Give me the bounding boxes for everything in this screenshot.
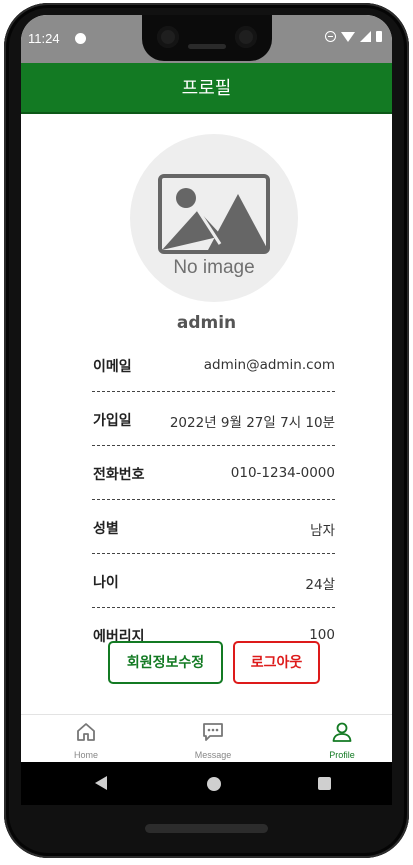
status-time: 11:24 [28,31,60,46]
phone-screen: 11:24 프로필 No image admin 이메일 admin@admin… [21,15,392,805]
username: admin [176,313,237,333]
info-row-phone: 전화번호 010-1234-0000 [92,454,335,500]
home-circle-icon[interactable] [207,777,221,791]
camera-notch [142,15,272,61]
avatar[interactable]: No image [130,134,298,302]
phone-frame: 11:24 프로필 No image admin 이메일 admin@admin… [4,3,409,858]
info-label: 성별 [93,521,119,537]
edit-profile-button[interactable]: 회원정보수정 [108,641,223,684]
cellular-signal-icon [360,31,371,42]
status-icons [325,31,382,42]
back-icon[interactable] [95,776,107,790]
system-navigation-bar [21,762,392,805]
wifi-icon [341,31,355,42]
message-icon [203,723,223,741]
nav-item-home[interactable]: Home [24,715,148,763]
do-not-disturb-icon [325,31,336,42]
front-sensor-icon [235,26,257,48]
info-label: 전화번호 [93,467,145,483]
nav-label: Profile [329,750,355,760]
nav-item-message[interactable]: Message [151,715,275,763]
info-value: 24살 [305,577,335,593]
bottom-speaker-grille [145,824,268,833]
info-row-gender: 성별 남자 [92,508,335,554]
info-label: 나이 [93,575,119,591]
info-row-joined: 가입일 2022년 9월 27일 7시 10분 [92,400,335,446]
info-value: 2022년 9월 27일 7시 10분 [169,415,335,431]
info-row-age: 나이 24살 [92,562,335,608]
image-placeholder-icon [158,174,270,254]
home-icon [77,723,95,741]
info-value: 010-1234-0000 [230,465,335,481]
nav-label: Home [73,750,98,760]
earpiece-speaker [188,44,226,49]
info-row-email: 이메일 admin@admin.com [92,346,335,392]
logout-button[interactable]: 로그아웃 [233,641,320,684]
person-icon [332,722,352,742]
info-value: admin@admin.com [203,357,335,373]
recent-apps-icon[interactable] [318,777,331,790]
info-value: 남자 [310,523,335,539]
bottom-navigation: Home Message Profile [21,714,392,762]
nav-item-profile[interactable]: Profile [280,715,392,763]
avatar-placeholder-text: No image [173,257,255,278]
battery-icon [376,31,382,42]
nav-label: Message [194,750,232,760]
app-bar: 프로필 [21,63,392,114]
front-camera-icon [157,26,179,48]
info-label: 가입일 [93,413,132,429]
notification-app-icon [75,33,86,44]
info-label: 이메일 [93,359,132,375]
page-title: 프로필 [181,78,232,99]
